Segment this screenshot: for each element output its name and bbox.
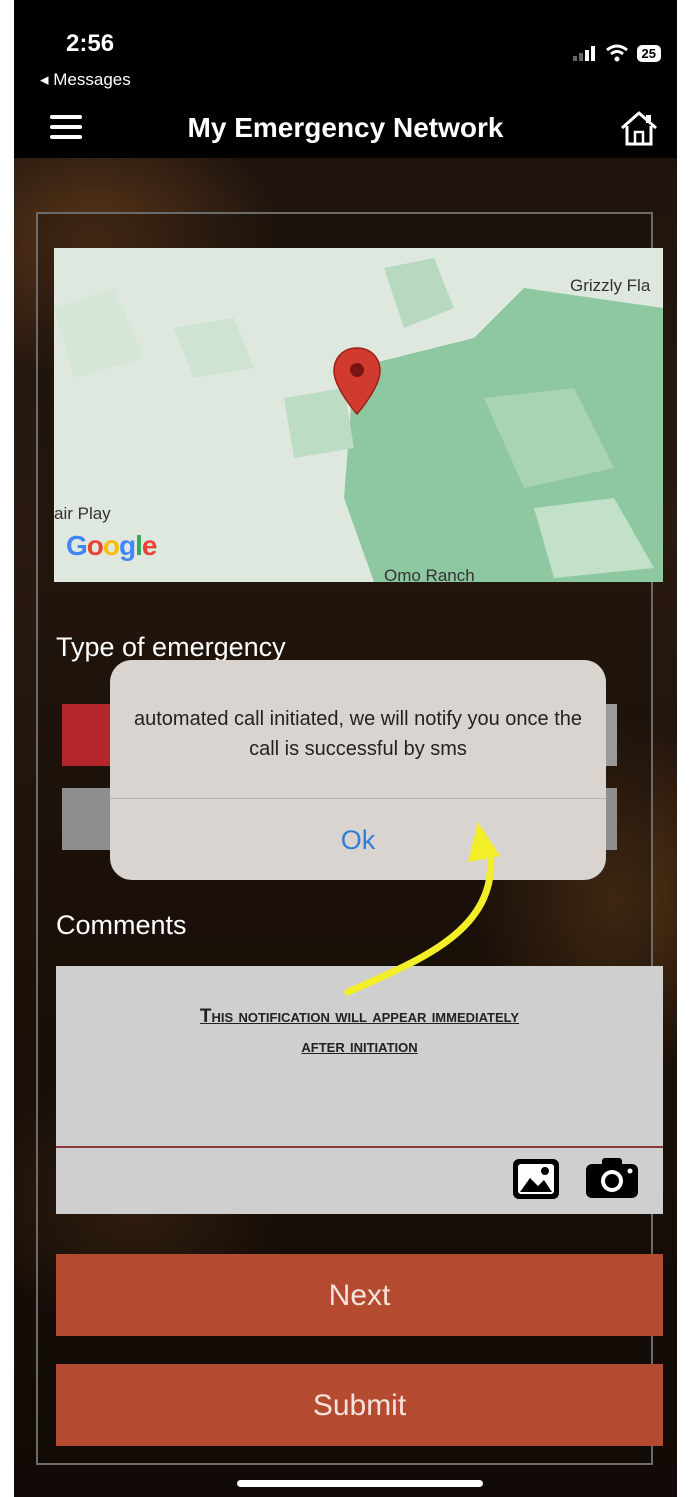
map-pin-icon[interactable]	[332, 346, 382, 416]
map-label: Omo Ranch	[384, 566, 475, 582]
dialog-divider	[110, 798, 606, 799]
app-header: My Emergency Network	[14, 100, 677, 158]
google-logo: Google	[66, 530, 157, 561]
comments-divider	[56, 1146, 663, 1148]
location-map[interactable]: Grizzly Fla air Play Omo Ranch Google	[54, 248, 663, 582]
comments-label: Comments	[56, 910, 187, 940]
back-to-messages-link[interactable]: ◂ Messages	[40, 70, 131, 90]
status-bar: 2:56 ◂ Messages 25	[14, 0, 677, 100]
home-indicator[interactable]	[237, 1480, 483, 1487]
comments-input[interactable]: This notification will appear immediatel…	[56, 966, 663, 1214]
wifi-icon	[605, 44, 628, 62]
submit-button[interactable]: Submit	[56, 1364, 663, 1446]
alert-dialog: automated call initiated, we will notify…	[110, 660, 606, 880]
battery-level: 25	[636, 44, 661, 62]
annotation-line: This notification will appear immediatel…	[199, 1006, 520, 1027]
emergency-type-label: Type of emergency	[56, 632, 286, 662]
image-icon[interactable]	[512, 1158, 560, 1200]
annotation-note: This notification will appear immediatel…	[56, 1002, 663, 1062]
dialog-ok-button[interactable]: Ok	[110, 800, 606, 880]
map-label: air Play	[54, 504, 111, 523]
camera-icon[interactable]	[584, 1156, 640, 1200]
status-time: 2:56	[66, 30, 115, 57]
dialog-message: automated call initiated, we will notify…	[133, 708, 583, 760]
home-icon[interactable]	[619, 110, 659, 146]
app-title: My Emergency Network	[187, 112, 504, 143]
map-label: Grizzly Fla	[570, 276, 651, 295]
status-icons: 25	[572, 44, 661, 62]
cellular-signal-icon	[572, 46, 595, 61]
next-button[interactable]: Next	[56, 1254, 663, 1336]
annotation-line: after initiation	[301, 1036, 418, 1057]
